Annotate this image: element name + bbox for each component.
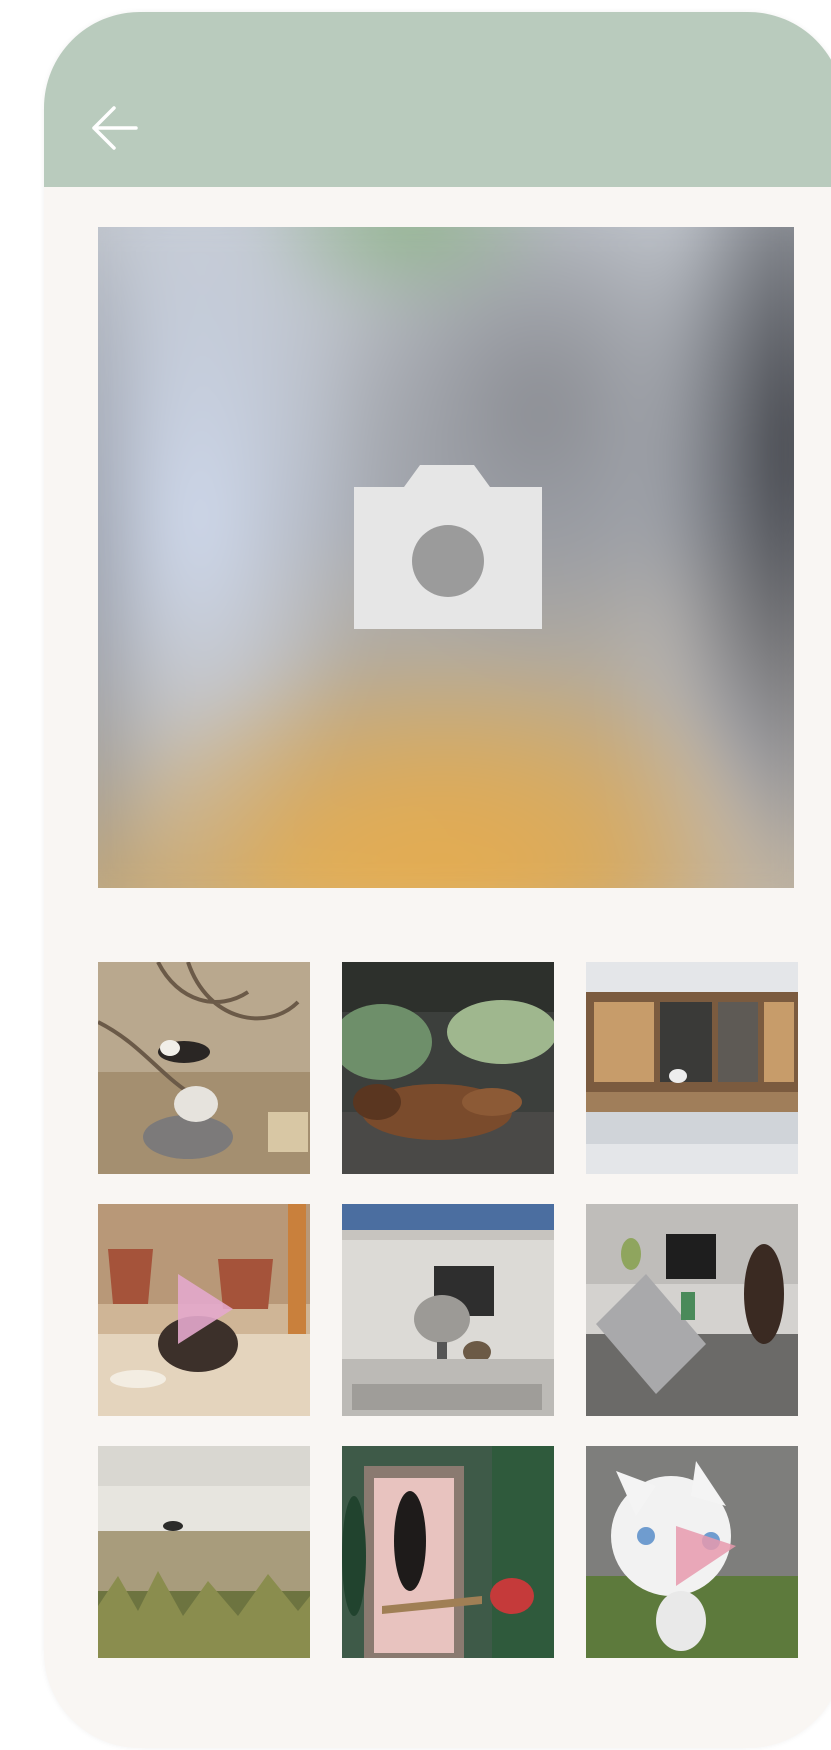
image-thumbnail [98,1446,310,1658]
image-thumbnail [586,1446,798,1658]
phone-screen [44,12,831,1748]
image-thumbnail [98,962,310,1174]
image-thumbnail [342,1204,554,1416]
app-bar [44,12,831,187]
gallery-thumbnail-8[interactable] [342,1446,554,1658]
arrow-left-icon [92,106,138,150]
gallery-thumbnail-3[interactable] [586,962,798,1174]
gallery-thumbnail-9[interactable] [586,1446,798,1658]
gallery-thumbnail-5[interactable] [342,1204,554,1416]
gallery-thumbnail-7[interactable] [98,1446,310,1658]
image-thumbnail [342,962,554,1174]
image-thumbnail [586,1204,798,1416]
camera-preview[interactable] [98,227,794,888]
gallery-thumbnail-6[interactable] [586,1204,798,1416]
image-thumbnail [98,1204,310,1416]
gallery-thumbnail-2[interactable] [342,962,554,1174]
image-thumbnail [586,962,798,1174]
back-button[interactable] [86,100,142,156]
camera-icon[interactable] [354,465,542,629]
gallery-thumbnail-4[interactable] [98,1204,310,1416]
gallery-thumbnail-1[interactable] [98,962,310,1174]
image-thumbnail [342,1446,554,1658]
photo-gallery-grid [98,962,800,1658]
